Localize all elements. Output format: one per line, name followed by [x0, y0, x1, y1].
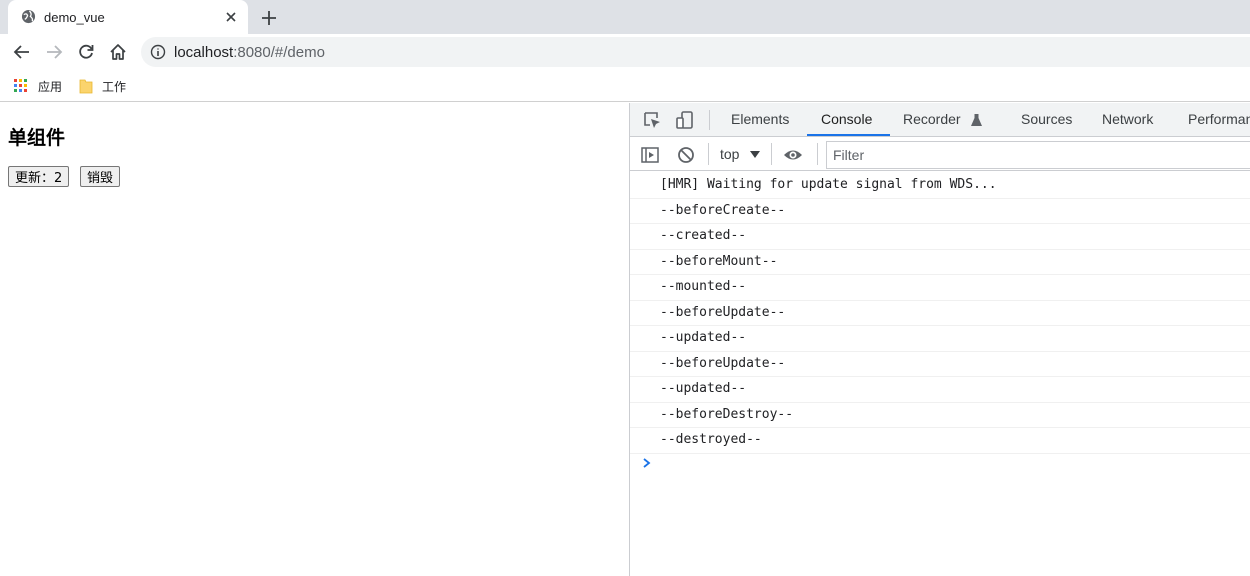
bookmark-label: 工作: [102, 80, 127, 94]
apps-grid-icon: [14, 79, 27, 92]
clear-console-icon[interactable]: [676, 145, 696, 165]
inspect-element-icon[interactable]: [642, 110, 662, 130]
console-log-line: --updated--: [630, 377, 1250, 403]
page-heading: 单组件: [8, 127, 66, 149]
new-tab-icon[interactable]: [259, 8, 279, 28]
flask-icon: [971, 114, 982, 126]
context-selector[interactable]: top: [720, 146, 739, 162]
globe-icon: [21, 9, 36, 24]
forward-icon[interactable]: [44, 42, 64, 62]
folder-icon: [79, 79, 93, 94]
console-log-line: --beforeUpdate--: [630, 301, 1250, 326]
console-log-line: --created--: [630, 224, 1250, 250]
toolbar-divider: [708, 143, 709, 165]
tab-sources[interactable]: Sources: [1021, 111, 1072, 127]
tab-performance[interactable]: Performan: [1188, 111, 1250, 127]
console-log-line: --destroyed--: [630, 428, 1250, 454]
tab-network[interactable]: Network: [1102, 111, 1153, 127]
bookmark-label: 应用: [38, 80, 63, 94]
console-log-line: --updated--: [630, 326, 1250, 352]
bookmark-apps[interactable]: 应用: [14, 76, 66, 96]
show-sidebar-icon[interactable]: [640, 145, 660, 165]
filter-input[interactable]: [827, 142, 1250, 168]
bookmarks-bar: 应用 工作: [0, 70, 1250, 102]
eye-icon[interactable]: [783, 145, 803, 165]
tab-elements[interactable]: Elements: [731, 111, 789, 127]
reload-icon[interactable]: [76, 42, 96, 62]
console-log-line: --mounted--: [630, 275, 1250, 301]
home-icon[interactable]: [108, 42, 128, 62]
bookmark-work[interactable]: 工作: [79, 76, 131, 96]
update-button[interactable]: 更新：2: [8, 166, 70, 187]
toolbar-divider: [709, 110, 710, 130]
devtools-panel: Elements Console Recorder Sources Networ…: [629, 103, 1250, 576]
tab-recorder[interactable]: Recorder: [903, 111, 961, 127]
info-icon[interactable]: [150, 44, 166, 60]
devtools-tabbar: Elements Console Recorder Sources Networ…: [630, 103, 1250, 137]
chevron-down-icon[interactable]: [750, 151, 760, 158]
url-path: :8080/#/demo: [233, 44, 325, 61]
browser-tab[interactable]: demo_vue: [8, 0, 248, 34]
console-prompt-icon[interactable]: [640, 456, 654, 470]
device-toolbar-icon[interactable]: [675, 110, 695, 130]
toolbar-divider: [771, 143, 772, 165]
filter-field[interactable]: [826, 141, 1250, 169]
page-content: 单组件 更新：2 销毁: [0, 103, 629, 576]
active-tab-indicator: [807, 134, 890, 136]
console-toolbar: top: [630, 138, 1250, 171]
console-log-line: [HMR] Waiting for update signal from WDS…: [630, 173, 1250, 199]
toolbar-divider: [817, 143, 818, 165]
destroy-button[interactable]: 销毁: [80, 166, 121, 187]
console-output: [HMR] Waiting for update signal from WDS…: [630, 173, 1250, 454]
address-bar[interactable]: localhost:8080/#/demo: [141, 37, 1250, 67]
tab-strip: demo_vue: [0, 0, 1250, 34]
tab-title: demo_vue: [44, 10, 105, 25]
console-log-line: --beforeMount--: [630, 250, 1250, 275]
url-host: localhost: [174, 44, 234, 61]
console-log-line: --beforeDestroy--: [630, 403, 1250, 428]
console-log-line: --beforeUpdate--: [630, 352, 1250, 377]
close-icon[interactable]: [222, 8, 240, 26]
url-text: localhost:8080/#/demo: [174, 44, 325, 61]
tab-console[interactable]: Console: [821, 111, 872, 127]
back-icon[interactable]: [12, 42, 32, 62]
console-log-line: --beforeCreate--: [630, 199, 1250, 224]
browser-toolbar: localhost:8080/#/demo: [0, 34, 1250, 70]
